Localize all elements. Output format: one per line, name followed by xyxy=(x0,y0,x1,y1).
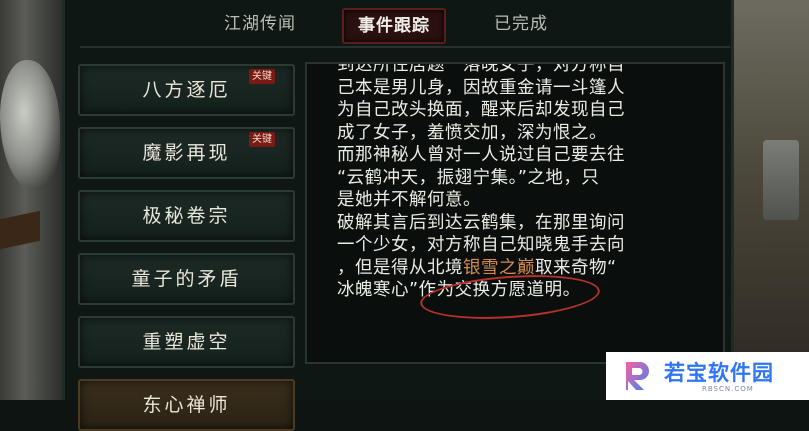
desc-line: 己本是男儿身，因故重金请一斗篷人 xyxy=(337,77,625,98)
bird-figure xyxy=(0,60,60,190)
quest-description-text: 到达所住居题一落晚女子，对方称自 己本是男儿身，因故重金请一斗篷人 为自己改头换… xyxy=(337,62,707,302)
desc-line: 一个少女，对方称自己知晓鬼手去向 xyxy=(337,235,625,255)
desc-line: 为自己改头换面，醒来后却发现自己 xyxy=(337,100,625,120)
desc-line: 破解其言后到达云鹤集，在那里询问 xyxy=(337,212,625,233)
quest-item-chongsu[interactable]: 重塑虚空 xyxy=(78,316,295,368)
tab-rumors[interactable]: 江湖传闻 xyxy=(210,8,310,40)
quest-item-tongzi[interactable]: 童子的矛盾 xyxy=(78,253,295,305)
quest-item-label: 极秘卷宗 xyxy=(142,205,231,227)
key-badge: 关键 xyxy=(249,69,275,84)
quest-item-partial[interactable]: 东心禅师 xyxy=(78,379,295,431)
wooden-beam xyxy=(0,210,40,250)
desc-line: 是她并不解何意。 xyxy=(337,190,481,210)
tab-divider xyxy=(80,46,730,48)
desc-line: “云鹤冲天，振翅宁集。”之地，只 xyxy=(337,167,600,188)
quest-item-bafang[interactable]: 八方逐厄 关键 xyxy=(78,64,295,116)
watermark-text: 若宝软件园 xyxy=(664,361,774,385)
quest-item-label: 重塑虚空 xyxy=(142,331,231,353)
tab-tracking[interactable]: 事件跟踪 xyxy=(342,8,446,44)
desc-line: ，但是得从北境 xyxy=(337,257,463,278)
watermark-subtext: RBSCN.COM xyxy=(702,385,754,393)
quest-item-jimi[interactable]: 极秘卷宗 xyxy=(78,190,295,242)
background-right-scene xyxy=(734,0,809,400)
quest-item-moying[interactable]: 魔影再现 关键 xyxy=(78,127,295,179)
watermark-logo-icon xyxy=(626,362,649,390)
tab-completed[interactable]: 已完成 xyxy=(476,8,566,40)
lamp-figure xyxy=(763,140,799,220)
background-left-scene xyxy=(0,0,62,400)
quest-item-label: 童子的矛盾 xyxy=(131,268,242,290)
desc-line: 成了女子，羞愤交加，深为恨之。 xyxy=(337,122,607,143)
tab-bar: 江湖传闻 事件跟踪 已完成 xyxy=(80,0,734,48)
quest-description-box: 到达所住居题一落晚女子，对方称自 己本是男儿身，因故重金请一斗篷人 为自己改头换… xyxy=(305,62,725,364)
desc-line: 而那神秘人曾对一人说过自己要去往 xyxy=(337,145,625,165)
key-badge: 关键 xyxy=(249,132,275,147)
quest-item-label: 东心禅师 xyxy=(142,394,231,416)
watermark: 若宝软件园 RBSCN.COM xyxy=(606,352,809,400)
desc-line: 到达所住居题一落晚女子，对方称自 xyxy=(337,62,625,75)
